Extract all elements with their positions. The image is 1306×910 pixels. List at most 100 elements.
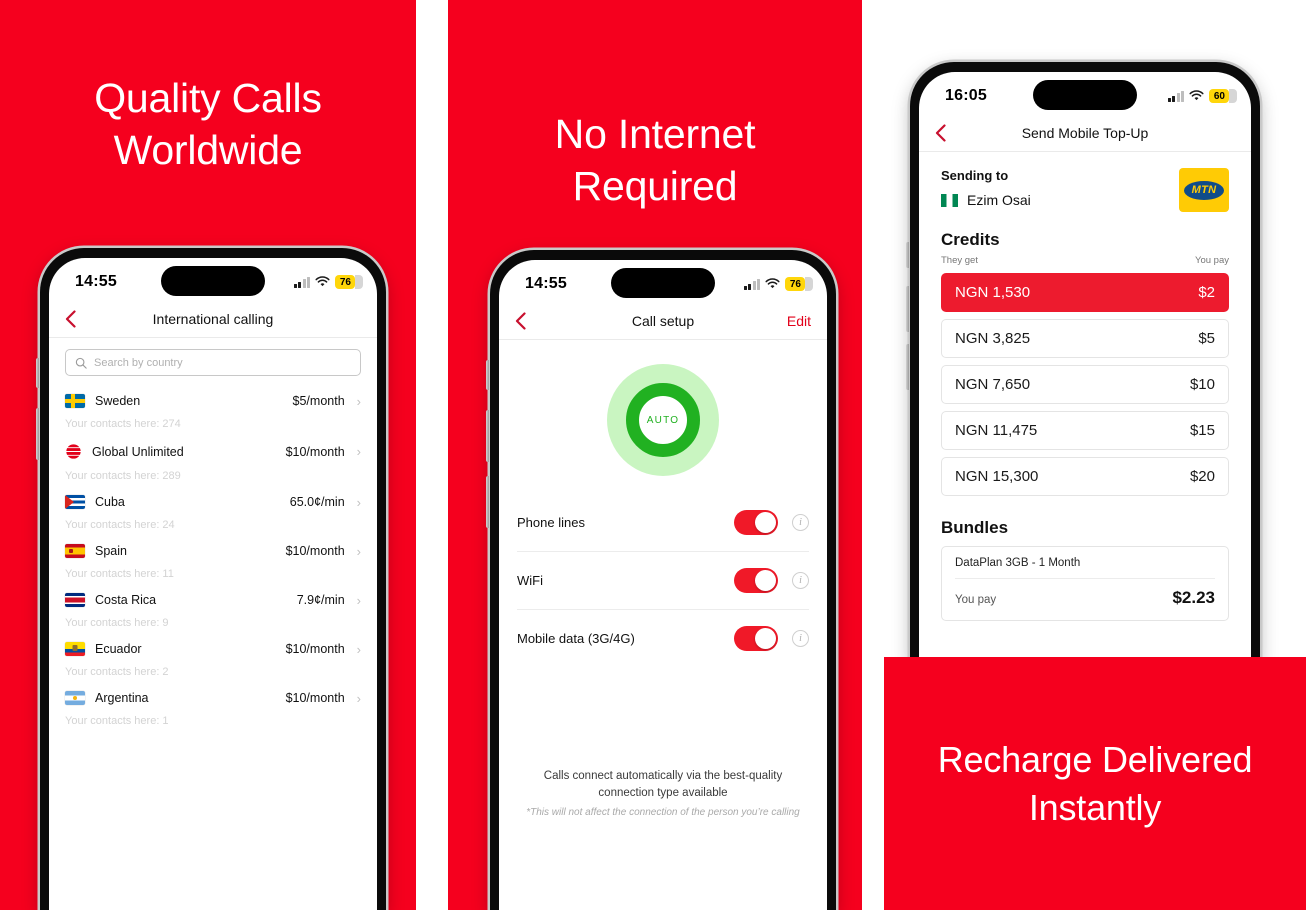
screenshot-stage: Quality Calls Worldwide 14:55 76 Interna… [0, 0, 1306, 910]
wifi-icon [315, 276, 330, 287]
auto-ring: AUTO [626, 383, 700, 457]
phone-side-button [906, 242, 909, 268]
bundle-card[interactable]: DataPlan 3GB - 1 Month You pay $2.23 [941, 546, 1229, 621]
connection-toggle-row: WiFi i [517, 552, 809, 610]
info-icon[interactable]: i [792, 630, 809, 647]
auto-halo: AUTO [607, 364, 719, 476]
credit-option[interactable]: NGN 11,475 $15 [941, 411, 1229, 450]
wifi-icon [1189, 90, 1204, 101]
credit-option[interactable]: NGN 3,825 $5 [941, 319, 1229, 358]
page-title: International calling [152, 310, 274, 327]
phone-volume-down-button [486, 476, 489, 528]
phone-volume-button [36, 408, 39, 460]
toggle-label: Phone lines [517, 515, 585, 530]
search-section: Search by country [49, 338, 377, 384]
country-contacts-count: Your contacts here: 11 [65, 568, 174, 580]
search-icon [75, 357, 87, 369]
panel3-headline: Recharge Delivered Instantly [884, 736, 1306, 832]
nigeria-flag-icon [941, 193, 958, 207]
column-they-get: They get [941, 255, 978, 266]
panel3-headline-line1: Recharge Delivered [937, 738, 1253, 780]
country-row[interactable]: Global Unlimited $10/month › Your contacts … [65, 433, 361, 485]
country-row-main: Argentina $10/month › [65, 691, 361, 705]
toggle-switch[interactable] [734, 510, 778, 535]
phone-volume-down-button [906, 344, 909, 390]
country-row[interactable]: Argentina $10/month › Your contacts here: 1 [65, 681, 361, 730]
panel1-headline: Quality Calls Worldwide [0, 72, 416, 176]
se-flag-icon [65, 394, 85, 408]
toggle-switch[interactable] [734, 626, 778, 651]
column-you-pay: You pay [1195, 255, 1229, 266]
battery-level: 76 [335, 275, 363, 289]
promo-panel-recharge: 16:05 60 Send Mobile Top-Up MTN Sending … [884, 0, 1306, 910]
country-row[interactable]: Cuba 65.0¢/min › Your contacts here: 24 [65, 485, 361, 534]
dynamic-island [161, 266, 265, 296]
toggle-switch[interactable] [734, 568, 778, 593]
recharge-callout-box: Recharge Delivered Instantly [884, 657, 1306, 910]
promo-panel-quality-calls: Quality Calls Worldwide 14:55 76 Interna… [0, 0, 416, 910]
credit-option-selected[interactable]: NGN 1,530 $2 [941, 273, 1229, 312]
chevron-right-icon: › [356, 641, 361, 657]
credit-option[interactable]: NGN 15,300 $20 [941, 457, 1229, 496]
chevron-left-icon [515, 311, 526, 330]
phone-volume-button [906, 286, 909, 332]
country-contacts-count: Your contacts here: 24 [65, 519, 175, 531]
call-setup-footer: Calls connect automatically via the best… [499, 768, 827, 818]
credit-amount-received: NGN 7,650 [955, 376, 1031, 393]
credit-option[interactable]: NGN 7,650 $10 [941, 365, 1229, 404]
country-name: Global Unlimited [92, 444, 184, 459]
globe-icon [65, 443, 82, 460]
status-indicators: 60 [1167, 89, 1237, 103]
toggle-knob [755, 628, 776, 649]
credit-options-list: NGN 1,530 $2 NGN 3,825 $5 NGN 7,650 $10 NGN 11… [941, 273, 1229, 496]
phone-mockup-call-setup: 14:55 76 Call setup Edit AUTO Phone line… [486, 250, 836, 910]
toggle-label: WiFi [517, 573, 543, 588]
info-icon[interactable]: i [792, 572, 809, 589]
status-time: 16:05 [945, 87, 987, 104]
info-icon[interactable]: i [792, 514, 809, 531]
status-bar: 14:55 76 [49, 258, 377, 300]
phone-mockup-send-topup: 16:05 60 Send Mobile Top-Up MTN Sending … [906, 62, 1260, 662]
bundle-pay-label: You pay [955, 594, 997, 606]
back-button[interactable] [515, 311, 537, 330]
credit-amount-paid: $2 [1198, 284, 1215, 301]
wifi-icon [765, 278, 780, 289]
bundle-price-row: You pay $2.23 [955, 588, 1215, 608]
page-title: Call setup [631, 312, 695, 329]
edit-button[interactable]: Edit [787, 313, 811, 329]
phone-side-button [36, 358, 39, 388]
phone-volume-button [486, 410, 489, 462]
toggle-label: Mobile data (3G/4G) [517, 631, 635, 646]
footer-main-text: Calls connect automatically via the best… [543, 770, 783, 799]
search-input[interactable]: Search by country [65, 349, 361, 376]
status-time: 14:55 [75, 273, 117, 290]
panel2-headline: No Internet Required [448, 108, 862, 212]
country-price: $5/month [292, 394, 345, 408]
back-button[interactable] [935, 123, 957, 142]
bundles-heading: Bundles [941, 518, 1009, 537]
credit-amount-received: NGN 3,825 [955, 330, 1031, 347]
country-name: Ecuador [95, 642, 142, 656]
toggle-knob [755, 512, 776, 533]
phone-side-button [486, 360, 489, 390]
country-contacts-count: Your contacts here: 289 [65, 470, 181, 482]
country-contacts-count: Your contacts here: 9 [65, 617, 169, 629]
country-row[interactable]: Ecuador $10/month › Your contacts here: 2 [65, 632, 361, 681]
country-row[interactable]: Sweden $5/month › Your contacts here: 274 [65, 384, 361, 433]
battery-level: 76 [785, 277, 813, 291]
chevron-right-icon: › [356, 393, 361, 409]
panel1-headline-line2: Worldwide [113, 127, 303, 173]
country-row[interactable]: Costa Rica 7.9¢/min › Your contacts here: 9 [65, 583, 361, 632]
chevron-right-icon: › [356, 494, 361, 510]
cr-flag-icon [65, 593, 85, 607]
country-row-main: Cuba 65.0¢/min › [65, 495, 361, 509]
country-row[interactable]: Spain $10/month › Your contacts here: 11 [65, 534, 361, 583]
promo-panel-no-internet: No Internet Required 14:55 76 Call setup… [448, 0, 862, 910]
back-button[interactable] [65, 309, 87, 328]
dynamic-island [1033, 80, 1137, 110]
country-name: Argentina [95, 691, 149, 705]
country-row-main: Ecuador $10/month › [65, 642, 361, 656]
panel1-headline-line1: Quality Calls [94, 75, 322, 121]
connection-toggle-list: Phone lines i WiFi i Mobile data (3G/4G) i [499, 494, 827, 667]
status-indicators: 76 [743, 277, 813, 291]
